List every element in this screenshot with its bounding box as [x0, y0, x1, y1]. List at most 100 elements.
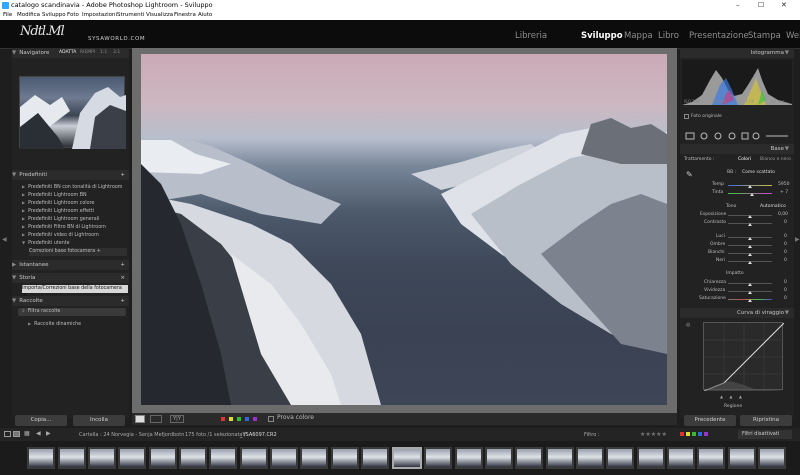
preset-folder-effetti[interactable]: ▶ Predefiniti Lightroom effetti [22, 207, 94, 215]
presets-header[interactable]: ▼ Predefiniti + [12, 170, 129, 180]
treatment-bw-option[interactable]: Bianco e nero [760, 156, 791, 163]
loupe-view-icon[interactable] [135, 415, 145, 423]
module-libro[interactable]: Libro [658, 31, 679, 41]
tint-value[interactable]: + 7 [780, 189, 788, 196]
saturation-value[interactable]: 0 [784, 295, 787, 302]
original-photo-checkbox[interactable] [684, 114, 689, 119]
menu-strumenti[interactable]: Strumenti [117, 11, 144, 20]
filmstrip-thumb[interactable] [118, 447, 146, 469]
whites-slider-knob[interactable] [748, 253, 752, 256]
module-presentazione[interactable]: Presentazione [689, 31, 749, 41]
filmstrip-thumb[interactable] [88, 447, 116, 469]
preset-folder-bn[interactable]: ▶ Predefiniti Lightroom BN [22, 191, 87, 199]
highlights-value[interactable]: 0 [784, 233, 787, 240]
filmstrip-thumb[interactable] [728, 447, 756, 469]
copy-settings-button[interactable]: Copia... [15, 415, 67, 426]
filmstrip-thumb[interactable] [149, 447, 177, 469]
maximize-button[interactable]: ☐ [758, 0, 764, 11]
filmstrip-thumb[interactable] [606, 447, 634, 469]
exposure-value[interactable]: 0,00 [778, 211, 788, 218]
rating-filter-stars-icon[interactable]: ★★★★★ [640, 431, 667, 438]
add-collection-icon[interactable]: + [120, 296, 125, 306]
curve-split-knobs[interactable]: ▲ ▲ ▲ [720, 393, 742, 400]
filmstrip-thumb[interactable] [331, 447, 359, 469]
temp-value[interactable]: 5950 [778, 181, 789, 188]
main-photo[interactable] [141, 54, 667, 405]
filmstrip-thumb[interactable] [637, 447, 665, 469]
filmstrip-thumb[interactable] [424, 447, 452, 469]
color-label-blue-icon[interactable] [245, 417, 249, 421]
filter-red-icon[interactable] [680, 432, 684, 436]
color-label-purple-icon[interactable] [253, 417, 257, 421]
left-panel-toggle-icon[interactable]: ◀ [2, 236, 8, 243]
filmstrip-thumb[interactable] [27, 447, 55, 469]
collections-filter-input[interactable]: ⌕ Filtra raccolte [18, 308, 126, 316]
color-label-yellow-icon[interactable] [229, 417, 233, 421]
preset-folder-video[interactable]: ▶ Predefiniti video di Lightroom [22, 231, 99, 239]
filter-green-icon[interactable] [692, 432, 696, 436]
clarity-slider-knob[interactable] [748, 283, 752, 286]
back-arrow-icon[interactable]: ◀ [36, 430, 41, 437]
module-sviluppo[interactable]: Sviluppo [581, 31, 623, 41]
filmstrip-thumb[interactable] [361, 447, 389, 469]
preset-item-correzioni-base[interactable]: Correzioni base fotocamera + [29, 248, 127, 256]
previous-settings-button[interactable]: Precedente [684, 415, 736, 426]
menu-finestra[interactable]: Finestra [174, 11, 196, 20]
temp-slider-knob[interactable] [748, 185, 752, 188]
filmstrip-thumb[interactable] [455, 447, 483, 469]
tone-curve-graph[interactable] [703, 322, 785, 392]
soft-proof-checkbox[interactable] [268, 416, 274, 422]
right-panel-toggle-icon[interactable]: ▶ [795, 236, 800, 243]
minimize-button[interactable]: – [736, 0, 740, 11]
preset-folder-bn-tonalita[interactable]: ▶ Predefiniti BN con tonalità di Lightroo… [22, 183, 122, 191]
menu-modifica[interactable]: Modifica [17, 11, 40, 20]
vibrance-value[interactable]: 0 [784, 287, 787, 294]
add-snapshot-icon[interactable]: + [120, 260, 125, 270]
blacks-value[interactable]: 0 [784, 257, 787, 264]
forward-arrow-icon[interactable]: ▶ [46, 430, 51, 437]
preset-folder-generali[interactable]: ▶ Predefiniti Lightroom generali [22, 215, 99, 223]
selected-filename[interactable]: _YSA6097.CR2 [240, 432, 277, 438]
tone-curve-header[interactable]: Curva di viraggio ▼ [680, 308, 794, 318]
folder-path[interactable]: Cartella : 24 Norvegia - Senja Mefjordbo… [79, 432, 184, 438]
before-after-mode-icon[interactable]: Y|Y [170, 415, 184, 423]
whites-value[interactable]: 0 [784, 249, 787, 256]
paste-settings-button[interactable]: Incolla [73, 415, 125, 426]
menu-foto[interactable]: Foto [67, 11, 79, 20]
navigator-3to1-option[interactable]: 3:1 [113, 48, 120, 58]
menu-sviluppo[interactable]: Sviluppo [42, 11, 66, 20]
menu-aiuto[interactable]: Aiuto [198, 11, 212, 20]
filmstrip-thumb[interactable] [485, 447, 513, 469]
filter-purple-icon[interactable] [704, 432, 708, 436]
history-step-import[interactable]: Importa/Correzioni base della fotocamera… [22, 285, 128, 299]
clarity-value[interactable]: 0 [784, 279, 787, 286]
filter-yellow-icon[interactable] [686, 432, 690, 436]
color-label-green-icon[interactable] [237, 417, 241, 421]
vibrance-slider-knob[interactable] [748, 291, 752, 294]
filmstrip-thumb[interactable] [58, 447, 86, 469]
grid-view-icon[interactable]: ▦ [24, 430, 30, 437]
filmstrip-thumb[interactable] [179, 447, 207, 469]
filmstrip-thumb[interactable] [270, 447, 298, 469]
filmstrip-thumb[interactable] [697, 447, 725, 469]
page1-icon[interactable] [4, 431, 11, 437]
filter-state-dropdown[interactable]: Filtri disattivati [738, 430, 792, 439]
white-balance-picker-icon[interactable]: ✎ [686, 170, 693, 179]
close-button[interactable]: ✕ [781, 0, 787, 11]
exposure-slider-knob[interactable] [748, 215, 752, 218]
collection-set-smart[interactable]: ▶ Raccolte dinamiche [28, 320, 81, 328]
highlights-slider-knob[interactable] [748, 237, 752, 240]
contrast-slider-knob[interactable] [748, 223, 752, 226]
reset-button[interactable]: Ripristina [740, 415, 792, 426]
filmstrip-thumb[interactable] [209, 447, 237, 469]
filmstrip-thumb[interactable] [576, 447, 604, 469]
filmstrip-thumb[interactable] [667, 447, 695, 469]
filmstrip-thumb[interactable] [546, 447, 574, 469]
navigator-header[interactable]: ▼ Navigatore ADATTA RIEMPI 1:1 3:1 [12, 48, 129, 58]
filmstrip-thumb[interactable] [240, 447, 268, 469]
navigator-fit-option[interactable]: ADATTA [59, 48, 76, 58]
navigator-fill-option[interactable]: RIEMPI [80, 48, 95, 58]
preset-folder-colore[interactable]: ▶ Predefiniti Lightroom colore [22, 199, 94, 207]
add-preset-icon[interactable]: + [120, 170, 125, 180]
shadows-value[interactable]: 0 [784, 241, 787, 248]
